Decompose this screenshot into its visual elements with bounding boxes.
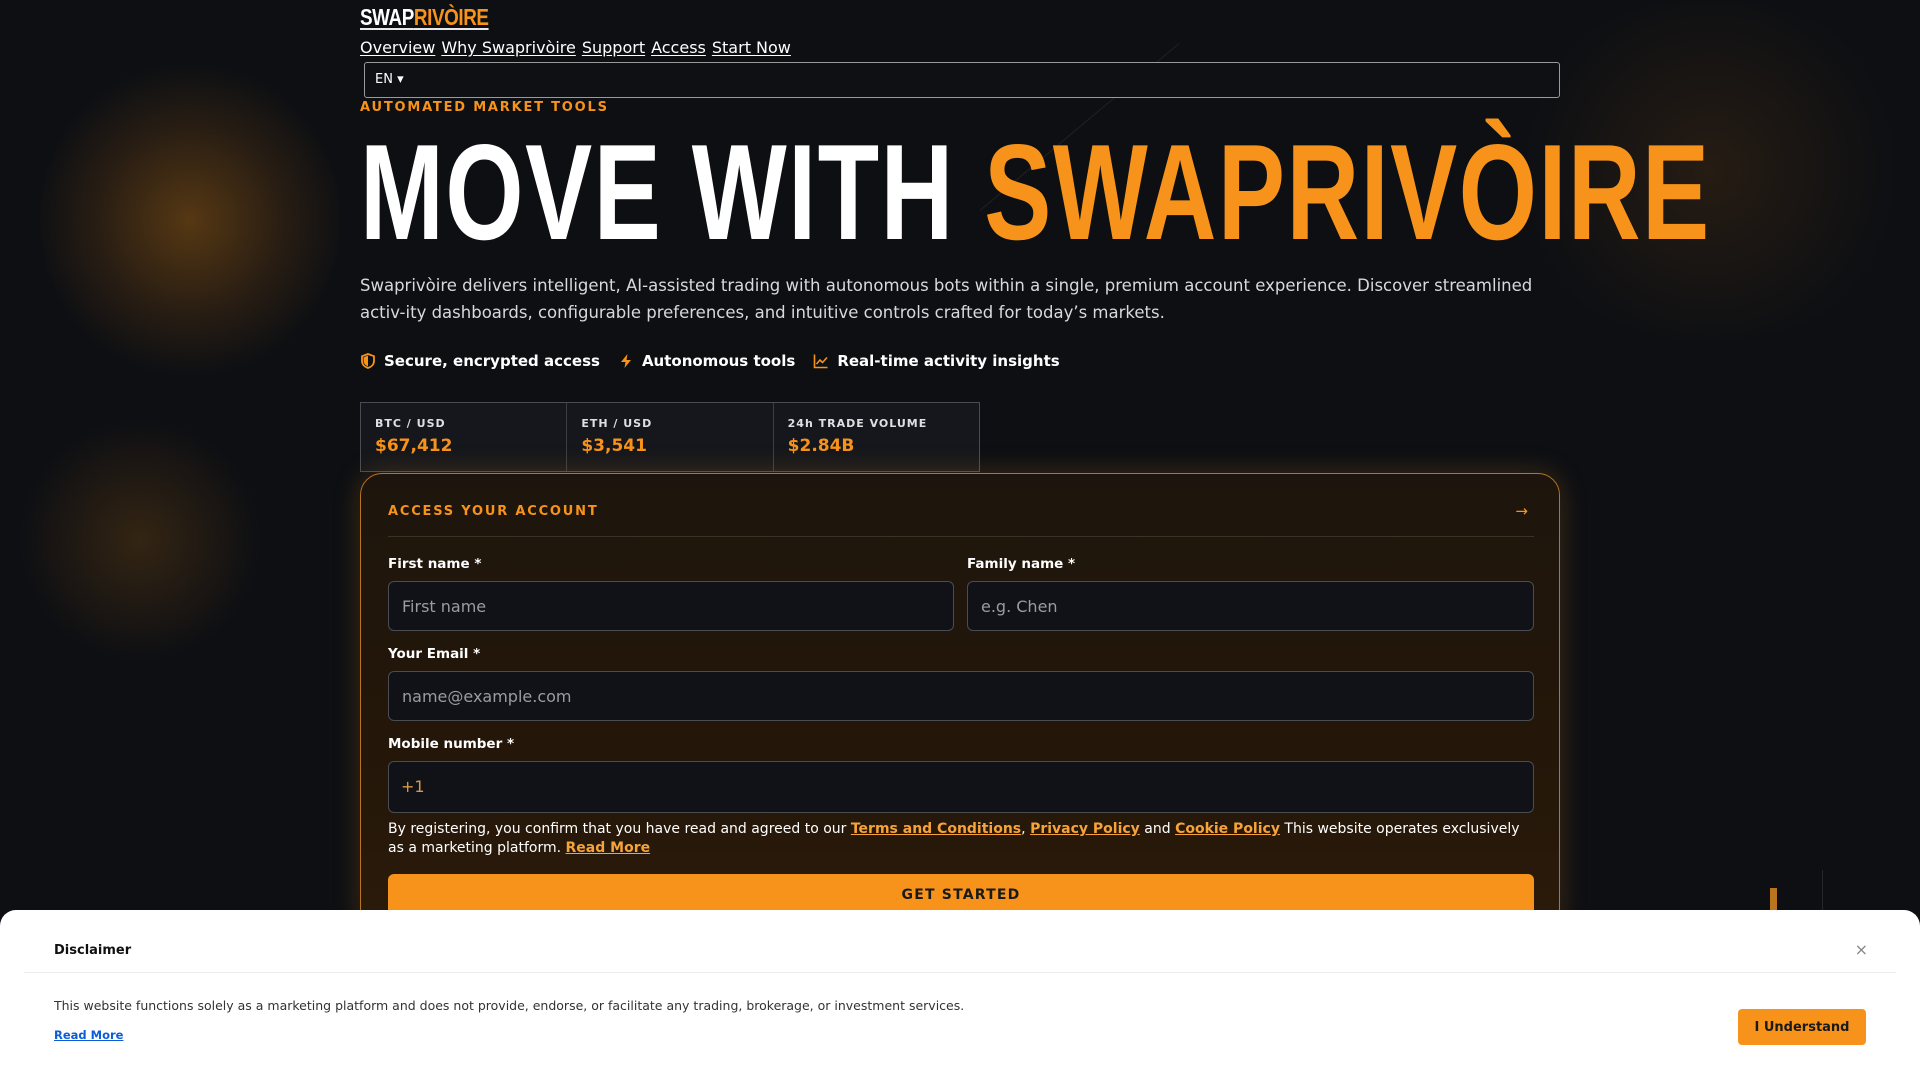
ticker-item: 24h TRADE VOLUME $2.84B	[774, 403, 979, 471]
consent-read-more-link[interactable]: Read More	[566, 840, 651, 856]
nav-why[interactable]: Why Swaprivòire	[441, 38, 576, 57]
hero-title-brand: SWAPRIVÒIRE	[984, 116, 1711, 268]
consent-and: and	[1139, 821, 1176, 837]
mobile-input[interactable]	[388, 761, 1534, 813]
ticker-pair: BTC / USD	[375, 417, 446, 430]
nav-support[interactable]: Support	[582, 38, 645, 57]
feature-item: Autonomous tools	[618, 352, 795, 370]
nav-start-now[interactable]: Start Now	[712, 38, 791, 57]
price-ticker: BTC / USD $67,412 ETH / USD $3,541 24h T…	[360, 402, 980, 472]
arrow-right-icon: →	[1515, 502, 1528, 520]
consent-prefix: By registering, you confirm that you hav…	[388, 821, 851, 837]
ticker-item: BTC / USD $67,412	[361, 403, 568, 471]
background-glow	[20, 420, 260, 660]
feature-label: Autonomous tools	[641, 352, 796, 370]
ticker-price: $67,412	[375, 436, 453, 456]
main-nav: Overview Why Swaprivòire Support Access …	[360, 38, 791, 57]
feature-list: Secure, encrypted access Autonomous tool…	[360, 352, 1060, 370]
divider	[24, 972, 1896, 973]
disclaimer-text: This website functions solely as a marke…	[54, 998, 965, 1013]
hero-title: MOVE WITH SWAPRIVÒIRE	[360, 122, 1711, 262]
disclaimer-banner: Disclaimer × This website functions sole…	[0, 910, 1920, 1080]
family-name-input[interactable]	[967, 581, 1534, 631]
email-label: Your Email *	[388, 646, 481, 662]
consent-comma: ,	[1021, 821, 1031, 837]
phone-prefix[interactable]: +1	[401, 777, 425, 796]
feature-label: Real-time activity insights	[837, 352, 1060, 370]
shield-icon	[361, 353, 375, 369]
ticker-pair: ETH / USD	[581, 417, 653, 430]
feature-item: Secure, encrypted access	[360, 352, 600, 370]
family-name-label: Family name *	[967, 556, 1076, 572]
understand-button[interactable]: I Understand	[1738, 1009, 1866, 1045]
get-started-label: GET STARTED	[901, 887, 1021, 903]
chart-line-icon	[814, 354, 828, 369]
brand-logo-part2: RIVÒIRE	[413, 4, 489, 30]
first-name-label: First name *	[388, 556, 482, 572]
mobile-label: Mobile number *	[388, 736, 515, 752]
hero-eyebrow: AUTOMATED MARKET TOOLS	[360, 100, 609, 115]
signup-form: ACCESS YOUR ACCOUNT → First name * Famil…	[360, 473, 1560, 933]
language-selector-value: EN ▾	[375, 72, 404, 87]
nav-access[interactable]: Access	[651, 38, 706, 57]
email-input[interactable]	[388, 671, 1534, 721]
background-glow	[40, 60, 340, 380]
language-selector[interactable]: EN ▾	[364, 62, 1560, 98]
brand-logo-part1: SWAP	[360, 4, 414, 30]
ticker-price: $3,541	[581, 436, 647, 456]
disclaimer-read-more-link[interactable]: Read More	[54, 1028, 123, 1042]
first-name-input[interactable]	[388, 581, 954, 631]
terms-link[interactable]: Terms and Conditions	[851, 821, 1021, 837]
ticker-pair: 24h TRADE VOLUME	[787, 417, 928, 430]
privacy-link[interactable]: Privacy Policy	[1030, 821, 1140, 837]
close-icon[interactable]: ×	[1855, 940, 1868, 959]
hero-title-line1: MOVE WITH	[360, 116, 985, 268]
consent-text: By registering, you confirm that you hav…	[388, 820, 1538, 858]
cookie-link[interactable]: Cookie Policy	[1175, 821, 1280, 837]
ticker-price: $2.84B	[787, 436, 855, 456]
form-title: ACCESS YOUR ACCOUNT	[388, 504, 599, 519]
feature-label: Secure, encrypted access	[384, 352, 600, 370]
brand-logo[interactable]: SWAPRIVÒIRE	[360, 4, 489, 31]
nav-overview[interactable]: Overview	[360, 38, 435, 57]
bolt-icon	[620, 354, 631, 368]
feature-item: Real-time activity insights	[813, 352, 1060, 370]
ticker-item: ETH / USD $3,541	[567, 403, 774, 471]
disclaimer-title: Disclaimer	[54, 943, 132, 958]
hero-description: Swaprivòire delivers intelligent, AI-ass…	[360, 276, 1533, 322]
form-header: ACCESS YOUR ACCOUNT →	[388, 502, 1534, 537]
